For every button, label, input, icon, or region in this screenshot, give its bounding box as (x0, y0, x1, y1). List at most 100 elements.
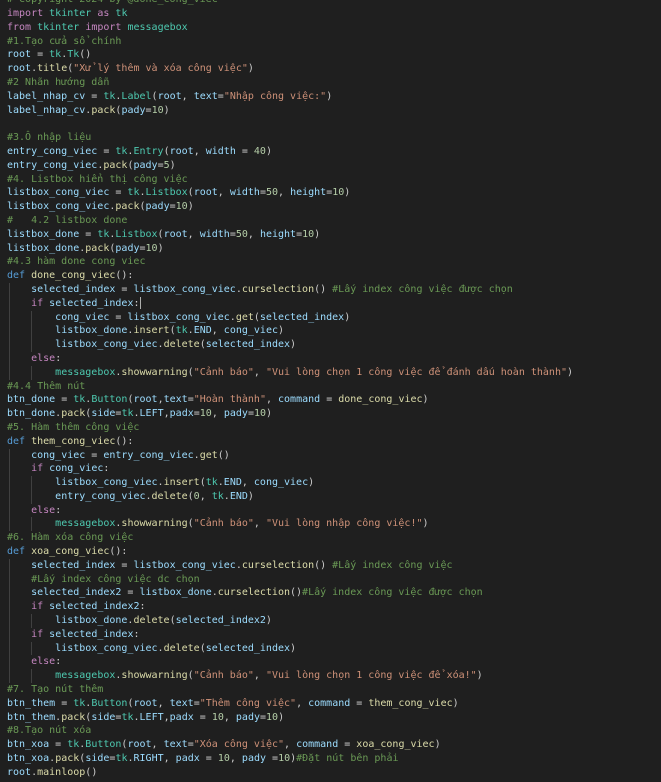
code-line[interactable]: #4.3 hàm done cong viec (0, 255, 661, 269)
code-line[interactable]: root.mainloop() (0, 766, 661, 780)
code-token: () (217, 449, 230, 461)
code-token: ) (187, 201, 194, 213)
code-line[interactable]: label_nhap_cv.pack(pady=10) (0, 104, 661, 118)
code-token: height (259, 228, 297, 240)
code-line[interactable]: if selected_index: (0, 296, 661, 311)
code-line[interactable]: listbox_cong_viec.delete(selected_index) (0, 338, 661, 352)
code-line[interactable]: btn_done = tk.Button(root,text="Hoàn thà… (0, 393, 661, 407)
code-line[interactable]: listbox_done.insert(tk.END, cong_viec) (0, 324, 661, 339)
indent-guide (9, 324, 10, 339)
code-token: def (7, 546, 26, 558)
code-line[interactable]: from tkinter import messagebox (0, 21, 661, 35)
code-token: side (91, 408, 116, 420)
code-token: , (229, 753, 242, 765)
code-line[interactable]: if selected_index: (0, 627, 661, 642)
code-line[interactable]: listbox_done = tk.Listbox(root, width=50… (0, 228, 661, 242)
code-line[interactable]: else: (0, 655, 661, 670)
code-line[interactable]: listbox_cong_viec.delete(selected_index) (0, 641, 661, 656)
code-token: = (266, 753, 279, 765)
code-token: = (85, 90, 104, 102)
code-line[interactable]: cong_viec = entry_cong_viec.get() (0, 448, 661, 463)
code-token: #Lấy index công việc được chọn (302, 587, 483, 599)
code-line[interactable]: listbox_done.pack(pady=10) (0, 242, 661, 256)
code-line[interactable]: #5. Hàm thêm công việc (0, 421, 661, 435)
code-line[interactable]: entry_cong_viec.delete(0, tk.END) (0, 489, 661, 504)
code-token: selected_index2 (31, 587, 122, 599)
code-editor[interactable]: # Copyright 2024 by @done_cong_viecimpor… (0, 0, 661, 782)
code-token: ) (314, 228, 321, 240)
code-token: , (253, 670, 266, 682)
code-line[interactable]: #7. Tạo nút thêm (0, 683, 661, 697)
code-line[interactable]: def done_cong_viec(): (0, 269, 661, 283)
code-token: root (157, 90, 182, 102)
code-line[interactable]: #2 Nhãn hướng dẫn (0, 76, 661, 90)
code-token: LEFT (139, 408, 164, 420)
code-line[interactable]: messagebox.showwarning("Cảnh báo", "Vui … (0, 365, 661, 380)
code-token: pady (241, 753, 267, 765)
code-line[interactable]: cong_viec = listbox_cong_viec.get(select… (0, 310, 661, 325)
code-token: = (199, 753, 218, 765)
code-token: width (199, 228, 230, 240)
code-line[interactable]: selected_index2 = listbox_done.curselect… (0, 586, 661, 601)
code-line[interactable]: selected_index = listbox_cong_viec.curse… (0, 558, 661, 573)
code-token: pack (55, 753, 80, 765)
code-line[interactable]: def xoa_cong_viec(): (0, 545, 661, 559)
code-token: width (205, 145, 236, 157)
code-line[interactable]: messagebox.showwarning("Cảnh báo", "Vui … (0, 517, 661, 532)
indent-guide (9, 476, 10, 490)
code-line[interactable]: messagebox.showwarning("Cảnh báo", "Vui … (0, 669, 661, 684)
indent-guide (9, 448, 10, 463)
indent-guide (9, 310, 10, 325)
code-line[interactable]: entry_cong_viec = tk.Entry(root, width =… (0, 145, 661, 159)
code-token: root (133, 394, 158, 406)
code-line[interactable]: entry_cong_viec.pack(pady=5) (0, 159, 661, 173)
code-line[interactable]: btn_xoa.pack(side=tk.RIGHT, padx = 10, p… (0, 752, 661, 766)
code-line[interactable]: else: (0, 351, 661, 366)
code-line[interactable]: # Copyright 2024 by @done_cong_viec (0, 0, 661, 7)
code-token: root (127, 739, 152, 751)
code-token: padx (175, 753, 200, 765)
code-line[interactable]: # 4.2 listbox done (0, 214, 661, 228)
code-token: = (115, 559, 134, 571)
code-line[interactable]: listbox_cong_viec = tk.Listbox(root, wid… (0, 186, 661, 200)
code-line[interactable]: #4. Listbox hiển thị công việc (0, 173, 661, 187)
code-line[interactable] (0, 117, 661, 131)
code-token: listbox_cong_viec (7, 187, 110, 199)
indent-guide (31, 310, 32, 325)
code-token: Tk (67, 49, 80, 61)
code-line[interactable]: btn_them.pack(side=tk.LEFT,padx = 10, pa… (0, 711, 661, 725)
code-line[interactable]: #6. Hàm xóa công việc (0, 531, 661, 545)
code-line[interactable]: btn_xoa = tk.Button(root, text="Xóa công… (0, 738, 661, 752)
code-line[interactable]: if selected_index2: (0, 600, 661, 615)
code-token: , (284, 739, 297, 751)
code-line[interactable]: #1.Tạo cửa sổ chính (0, 35, 661, 49)
code-token: # Copyright 2024 by @done_cong_viec (7, 0, 218, 5)
indent-guide (9, 365, 10, 380)
code-line[interactable]: btn_them = tk.Button(root, text="Thêm cô… (0, 697, 661, 711)
code-line[interactable]: root.title("Xử lý thêm và xóa công việc"… (0, 62, 661, 76)
indent-guide (9, 296, 10, 311)
code-line[interactable]: listbox_done.delete(selected_index2) (0, 614, 661, 628)
code-line[interactable]: if cong_viec: (0, 462, 661, 477)
code-token: : (133, 628, 140, 640)
code-line[interactable]: listbox_cong_viec.pack(pady=10) (0, 200, 661, 214)
code-line[interactable]: #Lấy index công việc dc chọn (0, 572, 661, 587)
code-line[interactable]: btn_done.pack(side=tk.LEFT,padx=10, pady… (0, 407, 661, 421)
code-token: : (103, 463, 110, 475)
code-token: = (85, 449, 104, 461)
code-token: END (193, 325, 212, 337)
code-line[interactable]: listbox_cong_viec.insert(tk.END, cong_vi… (0, 476, 661, 490)
code-line[interactable]: #8.Tạo nút xóa (0, 724, 661, 738)
code-line[interactable]: else: (0, 503, 661, 518)
code-line[interactable]: #4.4 Thêm nút (0, 380, 661, 394)
code-line[interactable]: label_nhap_cv = tk.Label(root, text="Nhậ… (0, 90, 661, 104)
code-token: , (199, 490, 212, 502)
code-line[interactable]: #3.Ô nhập liệu (0, 131, 661, 145)
code-line[interactable]: root = tk.Tk() (0, 48, 661, 62)
code-token: "Vui lòng chọn 1 công việc để xóa!" (265, 670, 477, 682)
code-token: pack (103, 159, 128, 171)
code-line[interactable]: selected_index = listbox_cong_viec.curse… (0, 282, 661, 297)
code-line[interactable]: import tkinter as tk (0, 7, 661, 21)
code-line[interactable]: def them_cong_viec(): (0, 435, 661, 449)
